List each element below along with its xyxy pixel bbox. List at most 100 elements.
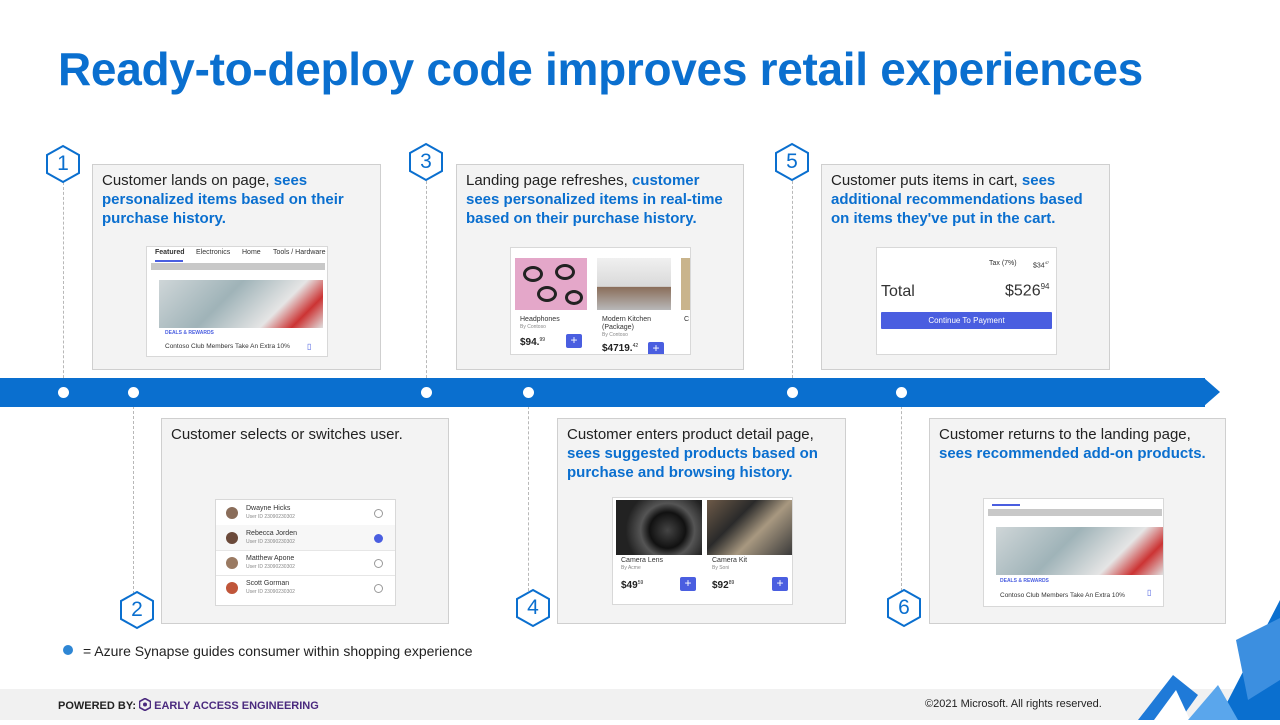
user-switcher-mock: Dwayne Hicks User ID 23090230302 Rebecca… <box>215 499 396 606</box>
product-brand: By Acme <box>621 565 641 571</box>
timeline-bar <box>0 378 1205 407</box>
page-title: Ready-to-deploy code improves retail exp… <box>58 43 1143 95</box>
hero-image <box>996 527 1163 575</box>
product-name: Camera Lens <box>621 557 664 564</box>
powered-by: POWERED BY: EARLY ACCESS ENGINEERING <box>58 697 319 714</box>
product-brand: By Soni <box>712 565 730 571</box>
tab-featured: Featured <box>155 249 185 256</box>
tab-home: Home <box>242 249 261 256</box>
user-name: Scott Gorman <box>246 580 290 587</box>
product-list-mock: Headphones By Contoso $94.99 + Modern Ki… <box>510 247 691 355</box>
step-6-number: 6 <box>898 596 910 619</box>
user-name: Rebecca Jorden <box>246 530 297 537</box>
user-radio[interactable] <box>374 509 383 518</box>
step-2-badge: 2 <box>119 590 155 630</box>
user-id: User ID 23090230302 <box>246 564 295 570</box>
product-detail-mock: Camera Lens By Acme $4959 + Camera Kit B… <box>612 497 793 605</box>
add-to-cart-button[interactable]: + <box>566 334 582 348</box>
user-id: User ID 23090230302 <box>246 514 295 520</box>
legend-text: = Azure Synapse guides consumer within s… <box>83 643 473 659</box>
product-name: Camera Kit <box>712 557 748 564</box>
connector-2 <box>133 396 134 594</box>
camera-kit-image <box>707 500 792 555</box>
deal-text: Contoso Club Members Take An Extra 10% <box>1000 592 1125 599</box>
step-3-card: Landing page refreshes, customer sees pe… <box>456 164 744 370</box>
step-1-number: 1 <box>57 152 69 175</box>
legend-dot <box>63 645 73 655</box>
landing-page-return-mock: DEALS & REWARDS Contoso Club Members Tak… <box>983 498 1164 607</box>
user-row[interactable]: Matthew Apone User ID 23090230302 <box>216 550 395 576</box>
copyright: ©2021 Microsoft. All rights reserved. <box>925 698 1102 710</box>
scrollbar[interactable] <box>988 509 1162 516</box>
bookmark-icon[interactable]: ▯ <box>1147 588 1151 597</box>
timeline-dot-3 <box>421 387 432 398</box>
step-1-card: Customer lands on page, sees personalize… <box>92 164 381 370</box>
avatar <box>226 507 238 519</box>
product-name: Headphones <box>520 316 560 323</box>
user-name: Dwayne Hicks <box>246 505 291 512</box>
timeline-dot-2 <box>128 387 139 398</box>
step-3-text: Landing page refreshes, customer sees pe… <box>466 172 723 227</box>
step-1-badge: 1 <box>45 144 81 184</box>
connector-6 <box>901 396 902 591</box>
step-3-number: 3 <box>420 150 432 173</box>
step-1-text: Customer lands on page, sees personalize… <box>102 172 344 227</box>
connector-1 <box>63 182 64 388</box>
product-price: $9289 <box>712 580 735 591</box>
timeline-dot-4 <box>523 387 534 398</box>
deal-label: DEALS & REWARDS <box>165 330 214 336</box>
scrollbar[interactable] <box>151 263 325 270</box>
avatar <box>226 532 238 544</box>
step-2-text: Customer selects or switches user. <box>171 426 403 443</box>
deal-label: DEALS & REWARDS <box>1000 578 1049 584</box>
user-id: User ID 23090230302 <box>246 539 295 545</box>
user-radio-selected[interactable] <box>374 534 383 543</box>
user-row[interactable]: Dwayne Hicks User ID 23090230302 <box>216 500 395 526</box>
eae-logo-icon <box>138 697 152 714</box>
partial-product-name: C <box>684 316 690 323</box>
step-4-card: Customer enters product detail page, see… <box>557 418 846 624</box>
tab-underline <box>155 260 183 262</box>
tax-label: Tax (7%) <box>989 260 1017 267</box>
user-row[interactable]: Rebecca Jorden User ID 23090230302 <box>216 525 395 551</box>
deal-text: Contoso Club Members Take An Extra 10% <box>165 343 290 350</box>
step-4-text: Customer enters product detail page, see… <box>567 426 818 481</box>
user-radio[interactable] <box>374 559 383 568</box>
tax-value: $3447 <box>1033 260 1050 270</box>
step-5-badge: 5 <box>774 142 810 182</box>
product-price: $94.99 <box>520 337 546 348</box>
timeline-dot-5 <box>787 387 798 398</box>
total-value: $52694 <box>1005 282 1050 300</box>
continue-to-payment-button[interactable]: Continue To Payment <box>881 312 1052 329</box>
user-id: User ID 23090230302 <box>246 589 295 595</box>
product-brand: By Contoso <box>602 332 628 338</box>
step-4-number: 4 <box>527 596 539 619</box>
partial-product-image <box>681 258 690 310</box>
avatar <box>226 582 238 594</box>
user-row[interactable]: Scott Gorman User ID 23090230302 <box>216 575 395 600</box>
add-to-cart-button[interactable]: + <box>648 342 664 354</box>
product-price: $4959 <box>621 580 644 591</box>
step-6-text: Customer returns to the landing page, se… <box>939 426 1206 462</box>
timeline-dot-6 <box>896 387 907 398</box>
step-5-number: 5 <box>786 150 798 173</box>
step-2-number: 2 <box>131 598 143 621</box>
connector-5 <box>792 176 793 388</box>
corner-decoration <box>1118 600 1280 720</box>
kitchen-image <box>597 258 671 310</box>
timeline-dot-1 <box>58 387 69 398</box>
landing-page-mock: Featured Electronics Home Tools / Hardwa… <box>146 246 328 357</box>
timeline-arrowhead <box>1204 378 1220 406</box>
step-5-card: Customer puts items in cart, sees additi… <box>821 164 1110 370</box>
add-to-cart-button[interactable]: + <box>772 577 788 591</box>
avatar <box>226 557 238 569</box>
user-name: Matthew Apone <box>246 555 295 562</box>
step-3-badge: 3 <box>408 142 444 182</box>
step-6-card: Customer returns to the landing page, se… <box>929 418 1226 624</box>
step-6-badge: 6 <box>886 588 922 628</box>
tab-electronics: Electronics <box>196 249 231 256</box>
bookmark-icon[interactable]: ▯ <box>307 342 311 351</box>
add-to-cart-button[interactable]: + <box>680 577 696 591</box>
user-radio[interactable] <box>374 584 383 593</box>
eae-brand: EARLY ACCESS ENGINEERING <box>154 700 319 712</box>
